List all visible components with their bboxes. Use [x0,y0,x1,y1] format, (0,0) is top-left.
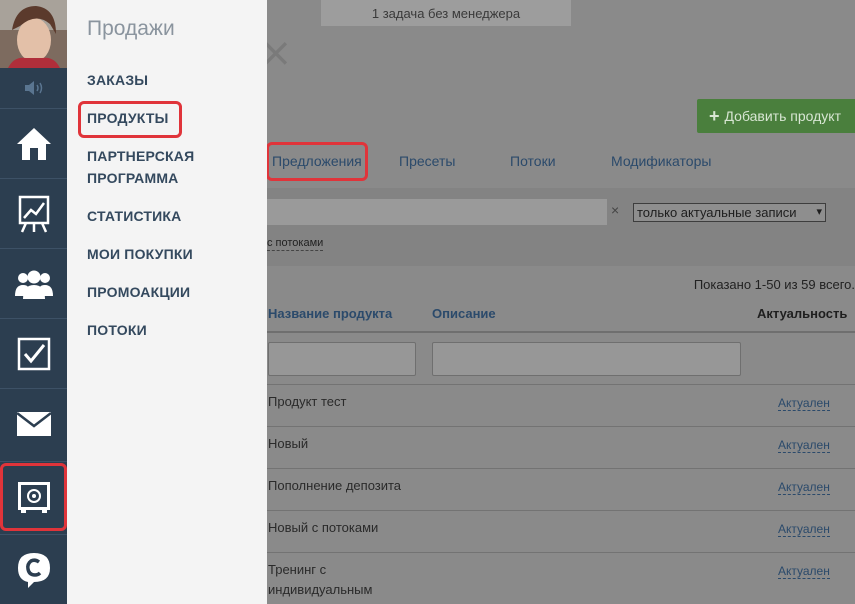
product-name[interactable]: Пополнение депозита [268,476,401,496]
with-flows-link[interactable]: с потоками [267,237,324,251]
tab-offers[interactable]: Предложения [272,153,362,169]
tasks-notice[interactable]: 1 задача без менеджера [321,0,571,26]
add-product-button[interactable]: + Добавить продукт [697,99,855,133]
mail-icon[interactable] [0,388,67,458]
sales-menu: Продажи ЗАКАЗЫ ПРОДУКТЫ ПАРТНЕРСКАЯ ПРОГ… [67,0,267,604]
actuality-select-value: только актуальные записи [637,205,797,220]
main-content: 1 задача без менеджера × + Добавить прод… [267,0,855,604]
row-divider [267,468,855,469]
tab-modifiers[interactable]: Модификаторы [611,153,711,169]
home-icon[interactable] [0,108,67,178]
status-link[interactable]: Актуален [778,438,830,453]
search-input[interactable] [267,199,607,225]
column-header-actuality: Актуальность [757,306,848,321]
row-divider [267,552,855,553]
column-header-description[interactable]: Описание [432,306,496,321]
row-divider [267,510,855,511]
menu-item-products[interactable]: ПРОДУКТЫ [87,107,169,129]
close-icon: × [267,30,293,76]
plus-icon: + [709,105,720,126]
product-name[interactable]: Продукт тест [268,392,347,412]
description-filter-input[interactable] [432,342,741,376]
chevron-down-icon: ▾ [816,206,822,218]
status-link[interactable]: Актуален [778,564,830,579]
product-name[interactable]: Новый [268,434,308,454]
menu-title: Продажи [87,17,175,40]
filter-bar: × только актуальные записи ▾ с потоками [267,188,855,266]
chart-icon[interactable] [0,178,67,248]
tab-presets[interactable]: Пресеты [399,153,455,169]
tasks-icon[interactable] [0,318,67,388]
menu-item-statistics[interactable]: СТАТИСТИКА [87,205,182,227]
menu-item-orders[interactable]: ЗАКАЗЫ [87,69,148,91]
status-link[interactable]: Актуален [778,480,830,495]
chat-c-icon[interactable] [0,534,67,604]
icon-rail [0,0,67,604]
menu-item-partner-program[interactable]: ПАРТНЕРСКАЯ ПРОГРАММА [87,145,194,189]
results-count: Показано 1-50 из 59 всего. [693,277,855,292]
name-filter-input[interactable] [268,342,416,376]
menu-item-promotions[interactable]: ПРОМОАКЦИИ [87,281,190,303]
clear-search-icon[interactable]: × [611,202,619,218]
avatar[interactable] [0,0,67,68]
status-link[interactable]: Актуален [778,522,830,537]
actuality-select[interactable]: только актуальные записи ▾ [633,203,826,222]
product-name[interactable]: Новый с потоками [268,518,378,538]
row-divider [267,426,855,427]
speaker-icon[interactable] [0,68,67,108]
column-header-name[interactable]: Название продукта [268,306,392,321]
menu-item-my-purchases[interactable]: МОИ ПОКУПКИ [87,243,193,265]
row-divider [267,384,855,385]
header-divider [267,331,855,333]
add-product-label: Добавить продукт [724,108,841,124]
sales-safe-icon[interactable] [0,461,67,531]
status-link[interactable]: Актуален [778,396,830,411]
users-icon[interactable] [0,248,67,318]
menu-item-flows[interactable]: ПОТОКИ [87,319,147,341]
product-name[interactable]: Тренинг с индивидуальным [268,560,372,600]
tab-flows[interactable]: Потоки [510,153,556,169]
